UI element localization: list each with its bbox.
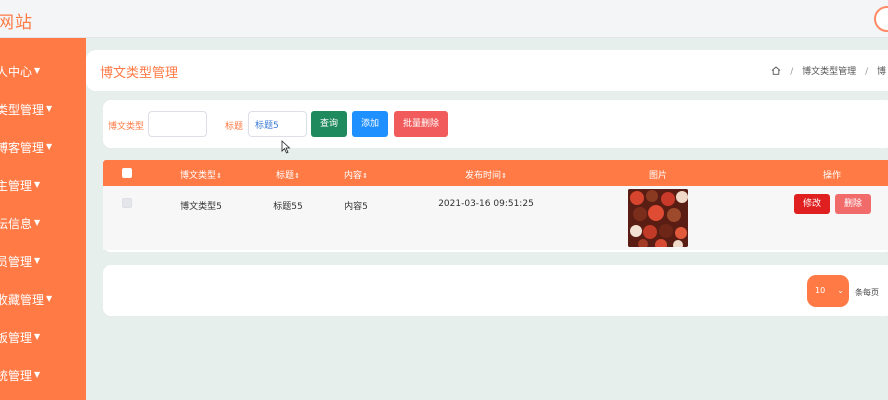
- sidebar-item-label: 博客管理: [0, 141, 45, 155]
- sidebar-item-label: 员管理: [0, 255, 33, 269]
- per-page-label: 条每页: [855, 288, 879, 297]
- caret-down-icon: ▼: [34, 370, 41, 379]
- sidebar-item-type-management[interactable]: 类型管理 ▼: [0, 101, 52, 121]
- cell-type: 博文类型5: [180, 202, 222, 212]
- caret-down-icon: ▼: [46, 142, 53, 151]
- batch-delete-button[interactable]: 批量删除: [394, 111, 448, 137]
- sidebar-item-label: 主管理: [0, 179, 33, 193]
- sidebar-item-board-management[interactable]: 板管理 ▼: [0, 329, 40, 349]
- pagination: 10 ⌄ 条每页: [103, 265, 888, 316]
- caret-down-icon: ▼: [34, 256, 41, 265]
- search-form: 博文类型 标题 查询 添加 批量删除: [103, 100, 888, 148]
- sidebar-item-label: 板管理: [0, 331, 33, 345]
- sidebar-item-owner-management[interactable]: 主管理 ▼: [0, 177, 40, 197]
- select-all-checkbox[interactable]: [122, 168, 132, 178]
- sidebar-item-label: 人中心: [0, 65, 33, 79]
- sidebar-item-label: 收藏管理: [0, 293, 45, 307]
- sidebar-item-personal-center[interactable]: 人中心 ▼: [0, 63, 40, 83]
- cell-image: [628, 189, 688, 247]
- page-title: 博文类型管理: [100, 66, 179, 81]
- add-button[interactable]: 添加: [352, 111, 388, 137]
- table-row: 博文类型5 标题55 内容5 2021-03-16 09:51:25 修改 删除: [103, 186, 888, 250]
- cell-title: 标题55: [273, 202, 303, 212]
- home-icon[interactable]: [771, 66, 781, 75]
- table-header: 博文类型⇕ 标题⇕ 内容⇕ 发布时间⇕ 图片 操作: [103, 160, 888, 186]
- chocolate-image: [628, 189, 688, 247]
- row-checkbox[interactable]: [122, 198, 132, 208]
- site-title: 网站: [0, 13, 33, 33]
- type-input[interactable]: [148, 111, 207, 137]
- query-button[interactable]: 查询: [311, 111, 347, 137]
- type-label: 博文类型: [108, 122, 145, 132]
- sidebar-item-label: 坛信息: [0, 217, 33, 231]
- sidebar-item-forum-info[interactable]: 坛信息 ▼: [0, 215, 40, 235]
- edit-button[interactable]: 修改: [794, 194, 830, 214]
- sort-icon: ⇕: [294, 172, 300, 180]
- cell-time: 2021-03-16 09:51:25: [438, 199, 534, 209]
- breadcrumb-separator: /: [865, 67, 869, 77]
- column-header-time[interactable]: 发布时间⇕: [465, 168, 507, 181]
- sidebar-item-favorites-management[interactable]: 收藏管理 ▼: [0, 291, 52, 311]
- sort-icon: ⇕: [362, 172, 368, 180]
- delete-button[interactable]: 删除: [835, 194, 871, 214]
- caret-down-icon: ▼: [34, 180, 41, 189]
- chevron-down-icon: ⌄: [837, 286, 844, 295]
- avatar[interactable]: [874, 6, 888, 32]
- sort-icon: ⇕: [501, 172, 507, 180]
- caret-down-icon: ▼: [34, 218, 41, 227]
- caret-down-icon: ▼: [34, 332, 41, 341]
- column-header-content[interactable]: 内容⇕: [344, 168, 368, 181]
- sidebar-item-member-management[interactable]: 员管理 ▼: [0, 253, 40, 273]
- sidebar-item-system-management[interactable]: 统管理 ▼: [0, 367, 40, 387]
- data-table: 博文类型⇕ 标题⇕ 内容⇕ 发布时间⇕ 图片 操作 博文类型5 标题55 内容5…: [103, 160, 888, 252]
- breadcrumb-separator: /: [790, 67, 794, 77]
- page-size-select[interactable]: 10 ⌄: [807, 275, 849, 307]
- column-header-label: 博文类型: [180, 171, 217, 181]
- sidebar: 人中心 ▼ 类型管理 ▼ 博客管理 ▼ 主管理 ▼ 坛信息 ▼ 员管理 ▼ 收藏管理 ▼ 板管…: [0, 38, 86, 400]
- column-header-label: 内容: [344, 171, 363, 181]
- caret-down-icon: ▼: [34, 66, 41, 75]
- title-label: 标题: [225, 122, 244, 132]
- breadcrumb-item[interactable]: 博: [877, 67, 886, 77]
- top-bar: 网站: [0, 0, 888, 38]
- sidebar-item-label: 类型管理: [0, 103, 45, 117]
- column-header-title[interactable]: 标题⇕: [276, 168, 300, 181]
- column-header-label: 标题: [276, 171, 295, 181]
- caret-down-icon: ▼: [46, 104, 53, 113]
- title-bar: 博文类型管理 / 博文类型管理 / 博: [86, 50, 888, 91]
- sidebar-item-label: 统管理: [0, 369, 33, 383]
- sidebar-item-blog-management[interactable]: 博客管理 ▼: [0, 139, 52, 159]
- title-input[interactable]: [248, 111, 307, 137]
- column-header-label: 发布时间: [465, 171, 502, 181]
- column-header-actions: 操作: [822, 171, 842, 181]
- sort-icon: ⇕: [216, 172, 222, 180]
- column-header-type[interactable]: 博文类型⇕: [180, 168, 222, 181]
- breadcrumb: / 博文类型管理 / 博: [771, 64, 886, 77]
- column-header-image: 图片: [648, 171, 668, 181]
- cell-content: 内容5: [344, 202, 368, 212]
- page-size-value: 10: [815, 286, 826, 295]
- mouse-cursor-icon: [281, 140, 291, 154]
- breadcrumb-item[interactable]: 博文类型管理: [802, 67, 856, 77]
- caret-down-icon: ▼: [46, 294, 53, 303]
